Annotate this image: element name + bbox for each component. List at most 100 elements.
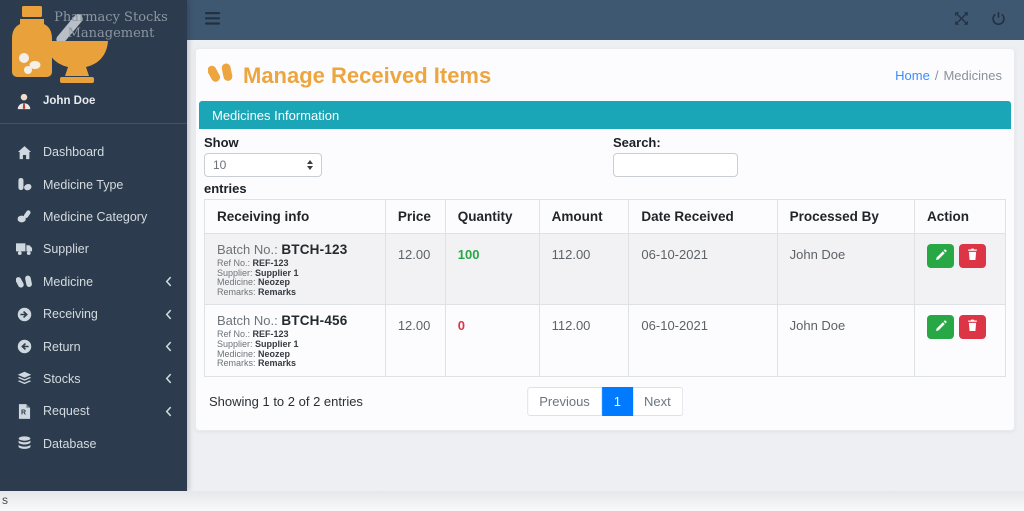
quantity-cell: 0 — [445, 305, 539, 376]
sidebar-item-label: Supplier — [43, 242, 89, 256]
sidebar-item-receiving[interactable]: Receiving — [0, 298, 187, 330]
tablets-icon — [15, 209, 33, 225]
sidebar-item-medicine-type[interactable]: Medicine Type — [0, 168, 187, 200]
pagination-next-button[interactable]: Next — [633, 387, 683, 416]
sidebar-item-label: Receiving — [43, 307, 98, 321]
col-amount[interactable]: Amount — [539, 200, 629, 234]
pencil-icon — [935, 249, 947, 264]
sidebar-item-stocks[interactable]: Stocks — [0, 363, 187, 395]
sidebar: Pharmacy Stocks Management John Doe Dash… — [0, 0, 187, 491]
power-icon — [991, 11, 1006, 29]
sidebar-item-supplier[interactable]: Supplier — [0, 233, 187, 265]
breadcrumb: Home/Medicines — [895, 68, 1002, 83]
remarks: Remarks — [258, 358, 296, 368]
col-quantity[interactable]: Quantity — [445, 200, 539, 234]
expand-arrows-icon — [954, 11, 969, 29]
breadcrumb-home-link[interactable]: Home — [895, 68, 930, 83]
price-cell: 12.00 — [385, 305, 445, 376]
sidebar-item-label: Stocks — [43, 372, 81, 386]
ref-no: REF-123 — [253, 258, 289, 268]
medicine: Neozep — [258, 349, 290, 359]
edit-button[interactable] — [927, 315, 954, 339]
sidebar-item-request[interactable]: R Request — [0, 395, 187, 427]
col-date-received[interactable]: Date Received — [629, 200, 777, 234]
arrow-circle-left-icon — [15, 339, 33, 355]
price-cell: 12.00 — [385, 234, 445, 305]
col-receiving-info[interactable]: Receiving info — [205, 200, 386, 234]
amount-cell: 112.00 — [539, 234, 629, 305]
table-row: Batch No.: BTCH-456 Ref No.: REF-123 Sup… — [205, 305, 1006, 376]
quantity-cell: 100 — [445, 234, 539, 305]
medicine: Neozep — [258, 277, 290, 287]
processed-by-cell: John Doe — [777, 305, 914, 376]
search-control: Search: — [613, 135, 738, 177]
showing-entries-text: Showing 1 to 2 of 2 entries — [207, 394, 363, 409]
amount-cell: 112.00 — [539, 305, 629, 376]
page-length-control: Show 10 entries — [204, 135, 1006, 196]
sidebar-nav: Dashboard Medicine Type Medicine Categor… — [0, 124, 187, 460]
ref-no: REF-123 — [253, 329, 289, 339]
sidebar-item-label: Return — [43, 340, 81, 354]
table-row: Batch No.: BTCH-123 Ref No.: REF-123 Sup… — [205, 234, 1006, 305]
capsules-icon — [208, 62, 234, 89]
sidebar-item-return[interactable]: Return — [0, 330, 187, 362]
chevron-left-icon — [165, 406, 172, 417]
panel-title: Medicines Information — [212, 108, 339, 123]
user-avatar-icon — [15, 92, 33, 110]
col-action[interactable]: Action — [915, 200, 1006, 234]
col-processed-by[interactable]: Processed By — [777, 200, 914, 234]
pencil-icon — [935, 320, 947, 335]
supplier: Supplier 1 — [255, 339, 299, 349]
breadcrumb-current: Medicines — [943, 68, 1002, 83]
sidebar-item-label: Medicine — [43, 275, 93, 289]
pagination-page-1-button[interactable]: 1 — [602, 387, 633, 416]
file-prescription-icon: R — [15, 403, 33, 419]
truck-icon — [15, 241, 33, 257]
delete-button[interactable] — [959, 244, 986, 268]
pagination-previous-button[interactable]: Previous — [527, 387, 602, 416]
page-length-value: 10 — [213, 158, 226, 172]
sidebar-item-label: Dashboard — [43, 145, 104, 159]
remarks: Remarks — [258, 287, 296, 297]
trash-icon — [967, 319, 978, 335]
sidebar-item-dashboard[interactable]: Dashboard — [0, 136, 187, 168]
batch-no: BTCH-456 — [281, 313, 347, 328]
receiving-info-cell: Batch No.: BTCH-456 Ref No.: REF-123 Sup… — [205, 305, 386, 376]
edit-button[interactable] — [927, 244, 954, 268]
col-price[interactable]: Price — [385, 200, 445, 234]
arrow-circle-right-icon — [15, 306, 33, 322]
page-bottom-strip — [0, 491, 1024, 511]
sidebar-item-medicine-category[interactable]: Medicine Category — [0, 201, 187, 233]
page-length-select[interactable]: 10 — [204, 153, 322, 177]
chevron-left-icon — [165, 276, 172, 287]
receiving-info-cell: Batch No.: BTCH-123 Ref No.: REF-123 Sup… — [205, 234, 386, 305]
action-cell — [915, 305, 1006, 376]
table-header-row: Receiving info Price Quantity Amount Dat… — [205, 200, 1006, 234]
fullscreen-button[interactable] — [954, 11, 969, 29]
page-title: Manage Received Items — [208, 62, 491, 89]
logout-button[interactable] — [991, 11, 1006, 29]
chevron-left-icon — [165, 309, 172, 320]
hamburger-icon — [205, 12, 220, 28]
topbar — [187, 0, 1024, 40]
medicines-table: Receiving info Price Quantity Amount Dat… — [204, 199, 1006, 377]
svg-text:R: R — [20, 410, 25, 417]
sidebar-item-medicine[interactable]: Medicine — [0, 266, 187, 298]
sidebar-item-label: Database — [43, 437, 97, 451]
user-block: John Doe — [0, 86, 187, 124]
date-received-cell: 06-10-2021 — [629, 234, 777, 305]
sidebar-toggle-button[interactable] — [205, 12, 220, 28]
delete-button[interactable] — [959, 315, 986, 339]
content-card: Manage Received Items Home/Medicines Med… — [195, 48, 1015, 431]
show-label: Show — [204, 135, 1006, 150]
pills-icon — [15, 177, 33, 193]
database-icon — [15, 436, 33, 452]
sidebar-item-database[interactable]: Database — [0, 428, 187, 460]
processed-by-cell: John Doe — [777, 234, 914, 305]
chevron-left-icon — [165, 341, 172, 352]
date-received-cell: 06-10-2021 — [629, 305, 777, 376]
sidebar-item-label: Request — [43, 404, 90, 418]
search-input[interactable] — [613, 153, 738, 177]
quantity-value: 0 — [458, 312, 527, 333]
layers-icon — [15, 371, 33, 387]
